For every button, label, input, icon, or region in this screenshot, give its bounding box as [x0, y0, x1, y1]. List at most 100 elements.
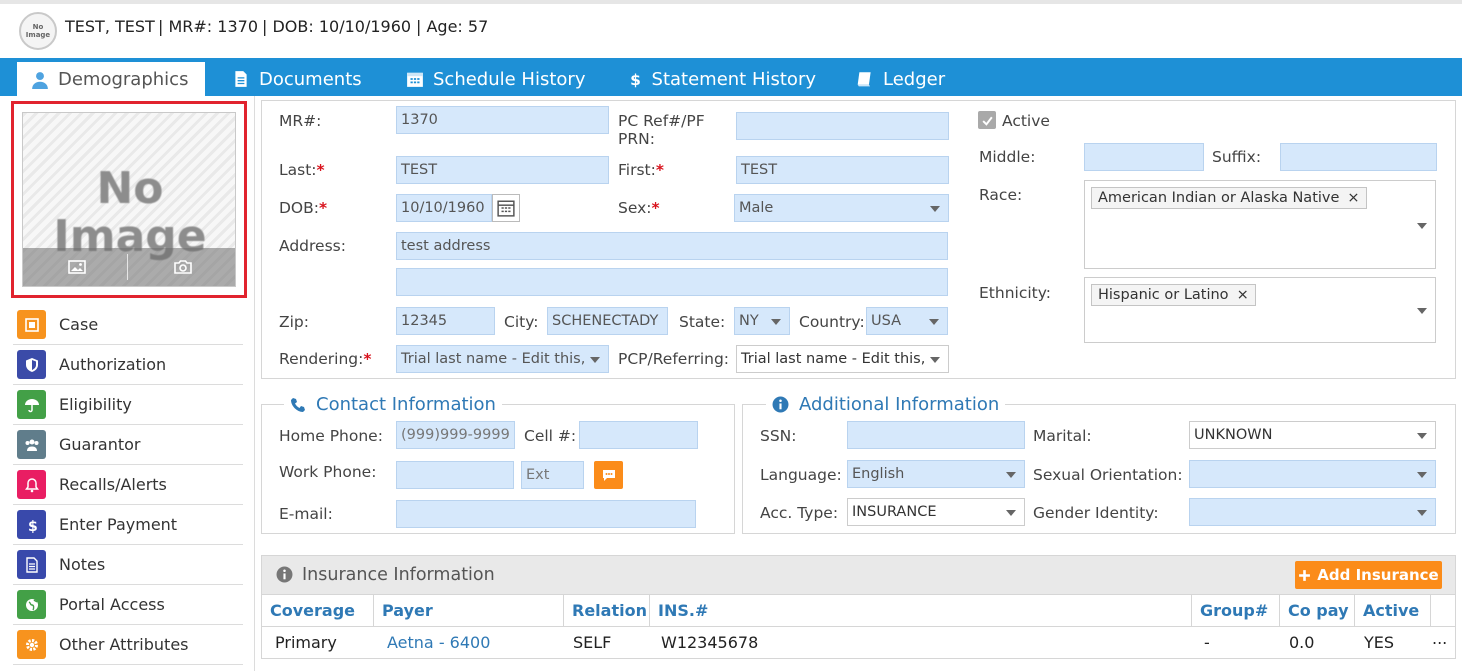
- cell-active: YES: [1364, 633, 1395, 652]
- globe-icon: [17, 590, 46, 619]
- city-label: City:: [504, 313, 539, 331]
- col-copay[interactable]: Co pay: [1280, 595, 1355, 626]
- menu-eligibility[interactable]: Eligibility: [13, 385, 243, 425]
- race-multiselect[interactable]: American Indian or Alaska Native ×: [1084, 180, 1436, 269]
- ssn-field[interactable]: [847, 421, 1025, 449]
- address-label: Address:: [279, 237, 346, 255]
- gender-identity-select[interactable]: [1189, 498, 1436, 526]
- col-group[interactable]: Group#: [1192, 595, 1280, 626]
- home-phone-field[interactable]: (999)999-9999: [396, 421, 515, 449]
- work-phone-field[interactable]: [396, 461, 514, 489]
- dob-label: DOB:*: [279, 199, 328, 217]
- patient-name: TEST, TEST: [65, 17, 155, 36]
- ethnicity-label: Ethnicity:: [979, 284, 1051, 302]
- menu-authorization[interactable]: Authorization: [13, 345, 243, 385]
- bell-icon: [17, 470, 46, 499]
- dob-field[interactable]: 10/10/1960: [396, 194, 492, 222]
- remove-tag-icon[interactable]: ×: [1347, 190, 1359, 206]
- state-select[interactable]: NY: [734, 307, 790, 335]
- zip-field[interactable]: 12345: [396, 307, 495, 335]
- middle-name-field[interactable]: [1084, 143, 1204, 171]
- menu-enter-payment[interactable]: $ Enter Payment: [13, 505, 243, 545]
- cell-phone-field[interactable]: [579, 421, 698, 449]
- address-line1-field[interactable]: test address: [396, 232, 948, 260]
- remove-tag-icon[interactable]: ×: [1237, 287, 1249, 303]
- photo-actions-divider: [127, 254, 128, 280]
- chevron-down-icon: [1417, 472, 1427, 478]
- tab-demographics[interactable]: Demographics: [17, 62, 205, 97]
- first-name-field[interactable]: TEST: [736, 156, 949, 184]
- menu-label: Notes: [59, 555, 106, 574]
- menu-notes[interactable]: Notes: [13, 545, 243, 585]
- cell-payer-link[interactable]: Aetna - 6400: [387, 627, 490, 658]
- acc-type-select[interactable]: INSURANCE: [847, 498, 1025, 526]
- country-select[interactable]: USA: [866, 307, 948, 335]
- language-select[interactable]: English: [847, 460, 1025, 488]
- phone-icon: [291, 397, 305, 412]
- notes-icon: [17, 550, 46, 579]
- email-field[interactable]: [396, 500, 696, 528]
- ext-field[interactable]: Ext: [521, 461, 584, 489]
- menu-label: Recalls/Alerts: [59, 475, 167, 494]
- pcp-label: PCP/Referring:: [618, 350, 730, 368]
- city-field[interactable]: SCHENECTADY: [547, 307, 668, 335]
- patient-photo[interactable]: No Image: [22, 112, 236, 287]
- insurance-title: Insurance Information: [302, 565, 495, 585]
- svg-text:$: $: [28, 519, 38, 533]
- table-row[interactable]: Primary Aetna - 6400 SELF W12345678 - 0.…: [261, 627, 1456, 659]
- pcp-referring-select[interactable]: Trial last name - Edit this,: [736, 345, 949, 373]
- first-label: First:*: [618, 161, 664, 179]
- tab-label: Documents: [259, 68, 362, 90]
- add-insurance-button[interactable]: Add Insurance: [1295, 561, 1442, 589]
- ethnicity-multiselect[interactable]: Hispanic or Latino ×: [1084, 277, 1436, 343]
- col-coverage[interactable]: Coverage: [262, 595, 374, 626]
- menu-other-attributes[interactable]: Other Attributes: [13, 625, 243, 665]
- sexual-orientation-select[interactable]: [1189, 460, 1436, 488]
- sex-select[interactable]: Male: [734, 194, 949, 222]
- race-tag: American Indian or Alaska Native ×: [1091, 187, 1367, 209]
- chevron-down-icon: [771, 319, 781, 325]
- patient-age: | Age: 57: [416, 17, 489, 36]
- patient-avatar[interactable]: No Image: [19, 12, 57, 50]
- address-line2-field[interactable]: [396, 268, 948, 296]
- cell-relation: SELF: [573, 633, 612, 652]
- tab-label: Statement History: [651, 68, 816, 90]
- col-active[interactable]: Active: [1355, 595, 1431, 626]
- marital-select[interactable]: UNKNOWN: [1189, 421, 1436, 449]
- tab-statement-history[interactable]: $ Statement History: [612, 62, 830, 96]
- pcref-field[interactable]: [736, 112, 949, 140]
- sms-button[interactable]: [594, 461, 623, 489]
- chevron-down-icon: [930, 357, 940, 363]
- patient-photo-frame: No Image: [11, 101, 247, 298]
- document-icon: [235, 71, 247, 87]
- calendar-picker-button[interactable]: [492, 194, 520, 222]
- tab-ledger[interactable]: Ledger: [842, 62, 966, 96]
- pcref-label: PC Ref#/PF: [618, 112, 705, 130]
- menu-guarantor[interactable]: Guarantor: [13, 425, 243, 465]
- col-payer[interactable]: Payer: [374, 595, 564, 626]
- camera-icon[interactable]: [173, 257, 193, 277]
- suffix-label: Suffix:: [1212, 148, 1262, 166]
- last-name-field[interactable]: TEST: [396, 156, 609, 184]
- mr-field[interactable]: 1370: [396, 106, 609, 134]
- menu-case[interactable]: Case: [13, 305, 243, 345]
- ssn-label: SSN:: [760, 427, 797, 445]
- col-relation[interactable]: Relation: [564, 595, 650, 626]
- plus-icon: [1299, 569, 1311, 581]
- insurance-column-headers: Coverage Payer Relation INS.# Group# Co …: [261, 595, 1456, 627]
- active-checkbox[interactable]: [978, 111, 996, 129]
- menu-portal-access[interactable]: Portal Access: [13, 585, 243, 625]
- chevron-down-icon: [1417, 433, 1427, 439]
- picture-icon[interactable]: [67, 257, 87, 277]
- menu-recalls-alerts[interactable]: Recalls/Alerts: [13, 465, 243, 505]
- middle-label: Middle:: [979, 148, 1036, 166]
- marital-label: Marital:: [1033, 427, 1092, 445]
- tab-schedule-history[interactable]: Schedule History: [392, 62, 600, 96]
- row-more-options[interactable]: ...: [1432, 623, 1447, 654]
- mr-label: MR#:: [279, 112, 322, 130]
- suffix-field[interactable]: [1280, 143, 1437, 171]
- tab-documents[interactable]: Documents: [218, 62, 380, 96]
- col-ins-number[interactable]: INS.#: [650, 595, 1192, 626]
- patient-mr: | MR#: 1370: [158, 17, 258, 36]
- rendering-provider-select[interactable]: Trial last name - Edit this,: [396, 345, 609, 373]
